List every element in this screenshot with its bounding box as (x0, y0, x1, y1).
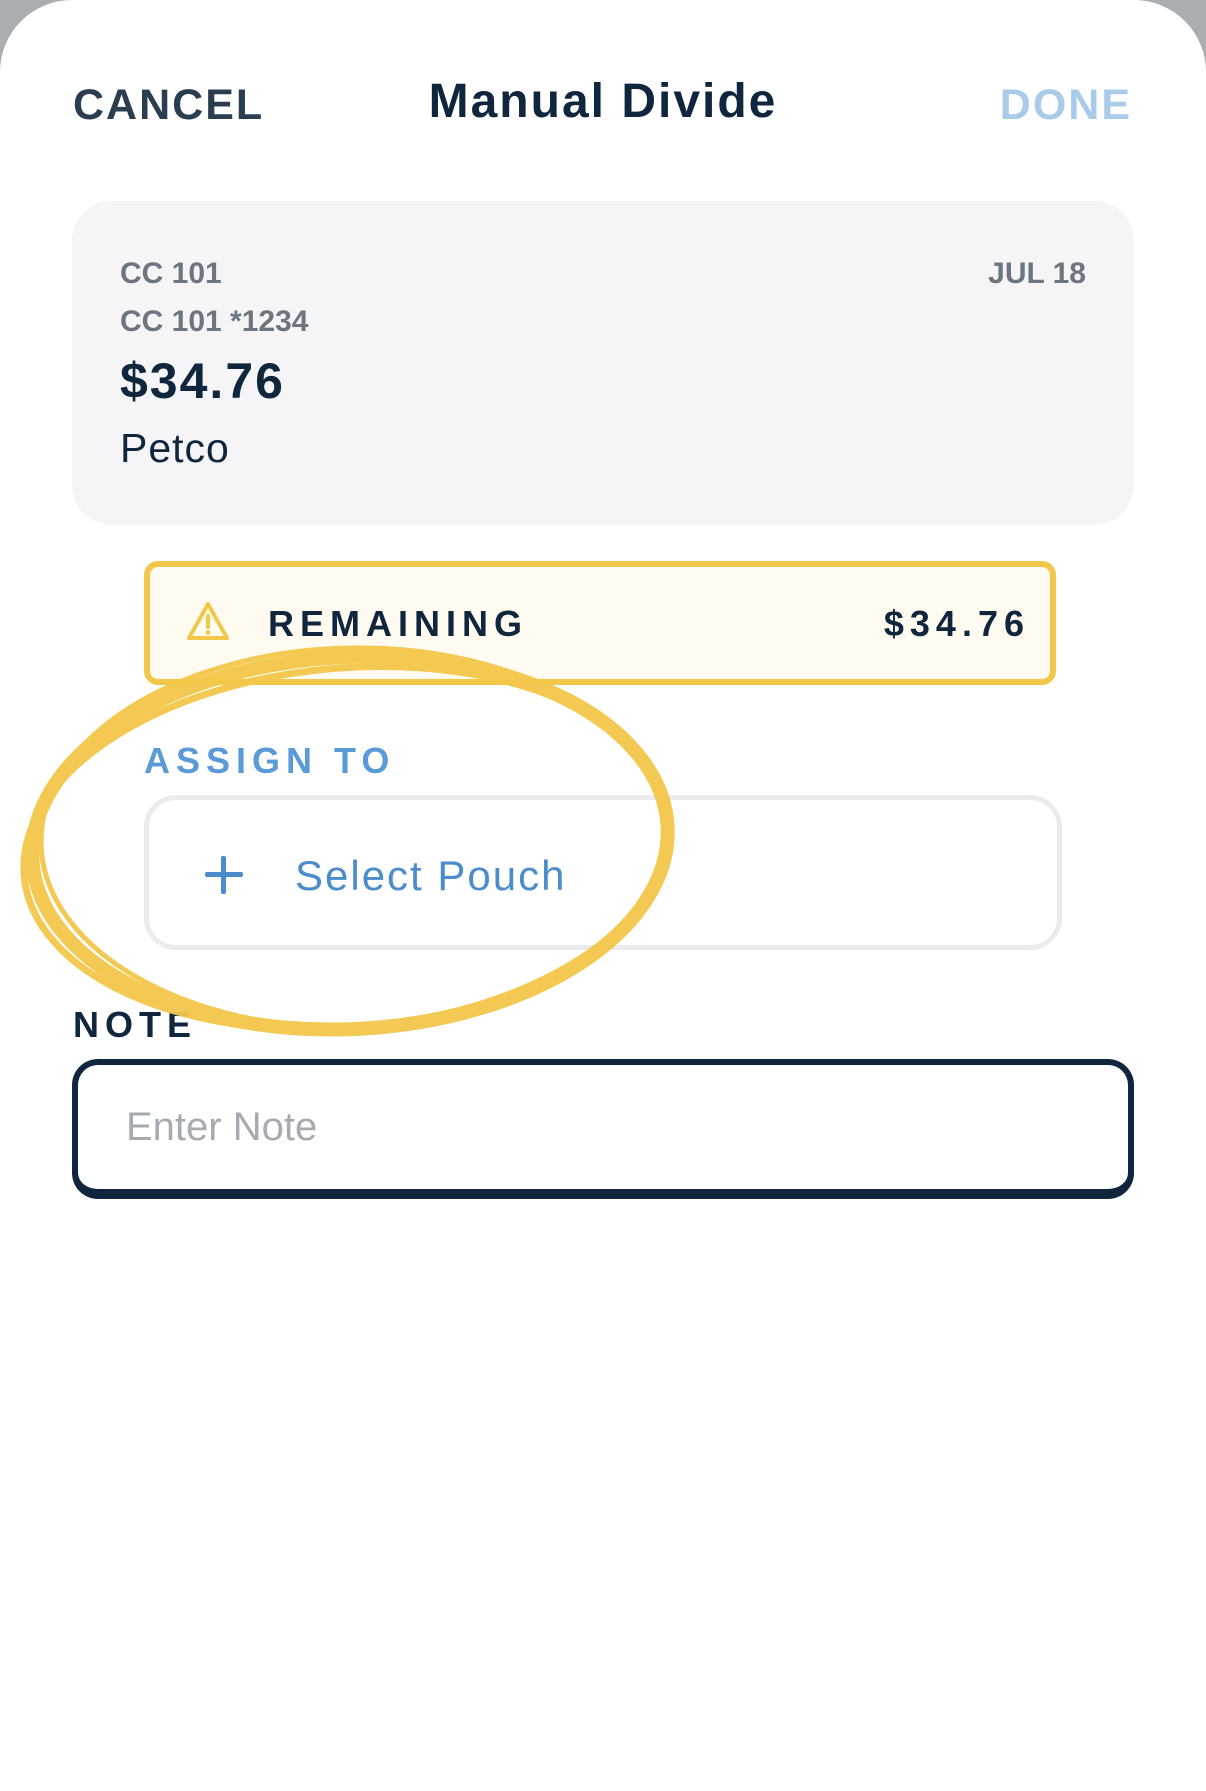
select-pouch-button[interactable]: Select Pouch (144, 795, 1062, 950)
note-input[interactable] (72, 1059, 1134, 1199)
transaction-date: JUL 18 (988, 257, 1086, 290)
done-button[interactable]: DONE (1000, 80, 1132, 130)
remaining-label: REMAINING (268, 603, 528, 644)
plus-icon (205, 856, 243, 894)
warning-icon (187, 602, 229, 640)
select-pouch-label: Select Pouch (295, 852, 567, 899)
remaining-banner: REMAINING $34.76 (144, 561, 1056, 685)
remaining-amount: $34.76 (883, 603, 1030, 644)
assign-to-label: ASSIGN TO (144, 740, 396, 781)
transaction-amount: $34.76 (120, 353, 285, 409)
account-name: CC 101 (120, 257, 222, 290)
note-label: NOTE (73, 1004, 198, 1045)
transaction-card: CC 101 CC 101 *1234 JUL 18 $34.76 Petco (72, 201, 1134, 525)
manual-divide-sheet: CANCEL Manual Divide DONE CC 101 CC 101 … (0, 0, 1206, 1791)
merchant-name: Petco (120, 425, 230, 471)
account-number: CC 101 *1234 (120, 305, 309, 338)
